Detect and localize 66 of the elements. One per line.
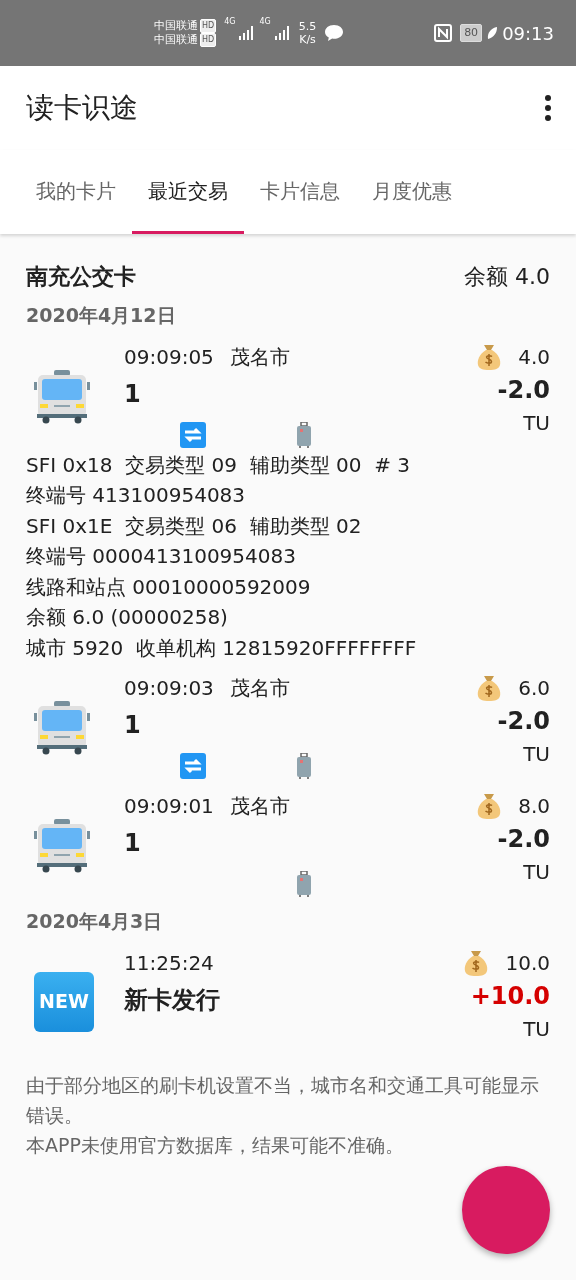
date-header: 2020年4月12日 [25, 303, 177, 328]
detail-line: SFI 0x18 交易类型 09 辅助类型 00 # 3 [26, 451, 412, 479]
card-name: 南充公交卡 [26, 263, 136, 291]
carrier-label: 中国联通 [154, 33, 198, 47]
currency-unit: TU [523, 1015, 550, 1043]
tab[interactable]: 月度优惠 [356, 150, 468, 234]
new-badge-icon: NEW [34, 971, 94, 1032]
amount-value: -2.0 [497, 824, 550, 855]
battery-level: 80 [460, 23, 483, 43]
currency-unit: TU [523, 859, 550, 886]
bus-icon [34, 367, 90, 424]
amount-value: +10.0 [470, 980, 550, 1012]
tab[interactable]: 最近交易 [132, 150, 244, 234]
more-options-button[interactable] [544, 94, 552, 122]
route-name: 新卡发行 [124, 984, 221, 1016]
note-text: 由于部分地区的刷卡机设置不当，城市名和交通工具可能显示错误。 [26, 1072, 540, 1128]
clock-time: 09:13 [502, 21, 554, 46]
bus-icon [34, 817, 90, 873]
detail-line: 终端号 0000413100954083 [26, 543, 297, 570]
route-name: 1 [124, 710, 142, 741]
city-name: 茂名市 [229, 343, 290, 371]
money-bag-icon [476, 792, 503, 820]
note-text: 本APP未使用官方数据库，结果可能不准确。 [26, 1132, 405, 1158]
transaction-time: 09:09:01 [124, 793, 214, 820]
tab[interactable]: 卡片信息 [244, 150, 356, 234]
network-label: 4G [224, 16, 236, 28]
city-name: 茂名市 [229, 675, 290, 702]
balance-value: 8.0 [518, 793, 550, 820]
card-balance: 余额 4.0 [464, 263, 550, 291]
route-name: 1 [124, 378, 142, 410]
city-name: 茂名市 [229, 793, 290, 820]
amount-value: -2.0 [497, 374, 550, 406]
hd-badge: HD [200, 33, 217, 47]
speed-value: 5.5 [298, 20, 317, 33]
money-bag-icon [463, 948, 490, 977]
amount-value: -2.0 [497, 706, 550, 737]
currency-unit: TU [523, 409, 550, 437]
route-name: 1 [124, 828, 142, 859]
money-bag-icon [476, 674, 503, 702]
leaf-icon [486, 26, 499, 40]
signal-icon [274, 26, 291, 40]
tab[interactable]: 我的卡片 [20, 150, 132, 234]
detail-line: 线路和站点 00010000592009 [26, 573, 312, 601]
speed-unit: K/s [298, 33, 317, 46]
transaction-time: 09:09:03 [124, 675, 214, 702]
bus-icon [34, 699, 90, 755]
network-label: 4G [259, 16, 271, 28]
date-header: 2020年4月3日 [25, 909, 164, 934]
detail-line: 城市 5920 收单机构 12815920FFFFFFFF [26, 634, 418, 662]
balance-value: 6.0 [518, 675, 550, 702]
detail-line: 余额 6.0 (00000258) [26, 604, 229, 631]
money-bag-icon [476, 342, 503, 371]
transaction-time: 09:09:05 [124, 343, 214, 371]
chat-bubble-icon [324, 24, 345, 42]
nfc-icon [434, 24, 453, 42]
currency-unit: TU [523, 741, 550, 768]
carrier-label: 中国联通 [154, 19, 198, 33]
fab-button[interactable] [462, 1166, 550, 1254]
hd-badge: HD [200, 19, 217, 33]
detail-line: SFI 0x1E 交易类型 06 辅助类型 02 [26, 512, 363, 540]
balance-value: 10.0 [505, 949, 550, 977]
signal-icon [239, 26, 256, 40]
detail-line: 终端号 413100954083 [26, 482, 247, 509]
balance-value: 4.0 [518, 343, 550, 371]
transaction-time: 11:25:24 [124, 949, 214, 977]
app-title: 读卡识途 [26, 90, 138, 126]
